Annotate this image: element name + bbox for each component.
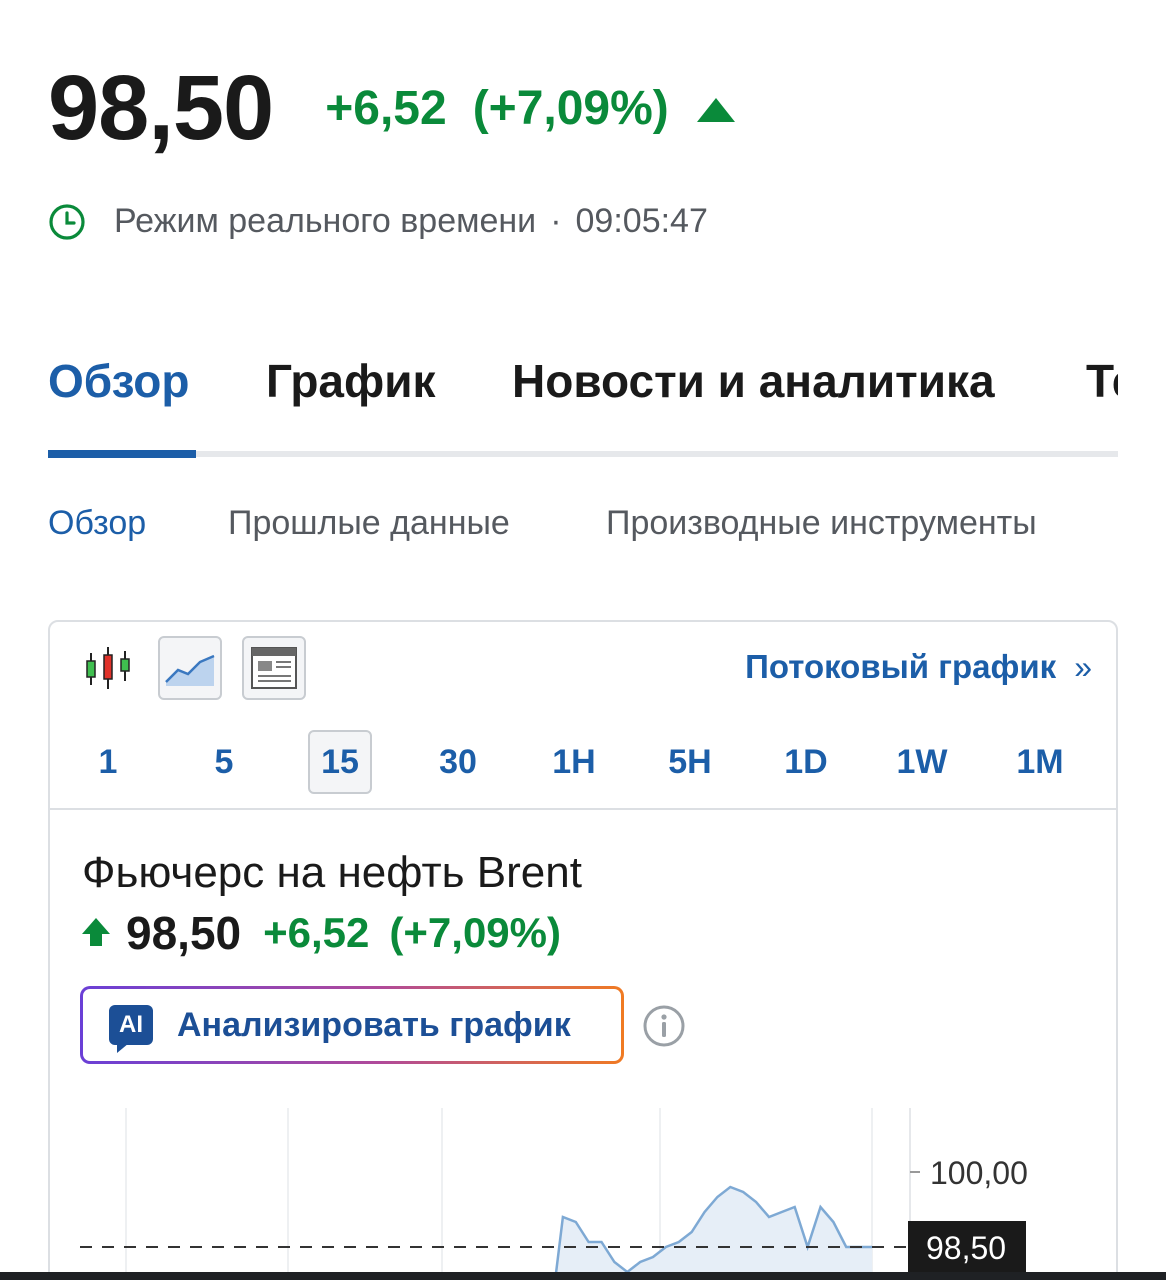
info-icon[interactable]: [642, 1004, 686, 1048]
interval-1m[interactable]: 1M: [1008, 730, 1072, 794]
tab-overview[interactable]: Обзор: [48, 354, 190, 408]
arrow-up-icon: [82, 918, 110, 948]
realtime-label: Режим реального времени: [114, 202, 537, 240]
chart-toolbar: Потоковый график » 1 5 15 30 1H 5H 1D 1W…: [50, 622, 1116, 810]
subtab-overview[interactable]: Обзор: [48, 504, 146, 543]
streaming-chart-label: Потоковый график: [745, 648, 1057, 685]
table-view-icon: [251, 647, 297, 689]
main-tabs: Обзор График Новости и аналитика Те: [48, 348, 1118, 460]
candlestick-icon: [86, 647, 130, 689]
tab-chart[interactable]: График: [266, 354, 436, 408]
realtime-status: Режим реального времени · 09:05:47: [48, 202, 708, 241]
subtab-derivatives[interactable]: Производные инструменты: [606, 504, 1037, 543]
streaming-chart-link[interactable]: Потоковый график »: [745, 648, 1092, 686]
interval-15[interactable]: 15: [308, 730, 372, 794]
last-price: 98,50: [48, 57, 274, 159]
sub-tabs: Обзор Прошлые данные Производные инструм…: [48, 504, 1128, 554]
realtime-time: 09:05:47: [575, 202, 708, 240]
chart-card: Потоковый график » 1 5 15 30 1H 5H 1D 1W…: [48, 620, 1118, 1280]
current-price-label: 98,50: [926, 1230, 1006, 1266]
interval-30[interactable]: 30: [426, 730, 490, 794]
interval-5[interactable]: 5: [192, 730, 256, 794]
y-tick-label-100: 100,00: [930, 1155, 1028, 1191]
subtab-historical-data[interactable]: Прошлые данные: [228, 504, 510, 543]
realtime-separator: ·: [550, 202, 562, 240]
clock-icon: [49, 203, 85, 240]
price-area-fill: [555, 1187, 872, 1280]
bottom-edge-bar: [0, 1272, 1166, 1280]
tabs-rail: [48, 451, 1118, 457]
tab-news-analytics[interactable]: Новости и аналитика: [512, 354, 995, 408]
instrument-change: +6,52: [263, 909, 370, 956]
analyze-chart-label: Анализировать график: [177, 1005, 571, 1044]
price-chart[interactable]: 100,00 98,50: [50, 1102, 1116, 1280]
tab-active-indicator: [48, 450, 196, 458]
instrument-quote: 98,50 +6,52 (+7,09%): [82, 906, 561, 960]
price-change: +6,52: [325, 81, 447, 135]
instrument-name: Фьючерс на нефть Brent: [82, 848, 582, 897]
interval-5h[interactable]: 5H: [658, 730, 722, 794]
interval-1w[interactable]: 1W: [890, 730, 954, 794]
analyze-chart-button[interactable]: AI Анализировать график: [80, 986, 624, 1064]
area-chart-button[interactable]: [158, 636, 222, 700]
double-chevron-right-icon: »: [1074, 648, 1092, 685]
interval-1d[interactable]: 1D: [774, 730, 838, 794]
ai-chat-icon: AI: [109, 1005, 153, 1053]
price-change-percent: (+7,09%): [472, 81, 669, 135]
tab-more[interactable]: Те: [1086, 354, 1118, 408]
quote-header: 98,50 +6,52 (+7,09%): [48, 62, 735, 154]
instrument-change-percent: (+7,09%): [389, 909, 561, 956]
table-view-button[interactable]: [242, 636, 306, 700]
interval-1h[interactable]: 1H: [542, 730, 606, 794]
trend-up-icon: [696, 98, 735, 122]
interval-1[interactable]: 1: [76, 730, 140, 794]
area-chart-icon: [165, 654, 215, 686]
instrument-price: 98,50: [126, 907, 242, 959]
candlestick-button[interactable]: [76, 636, 140, 700]
interval-selector: 1 5 15 30 1H 5H 1D 1W 1M: [50, 730, 1116, 794]
